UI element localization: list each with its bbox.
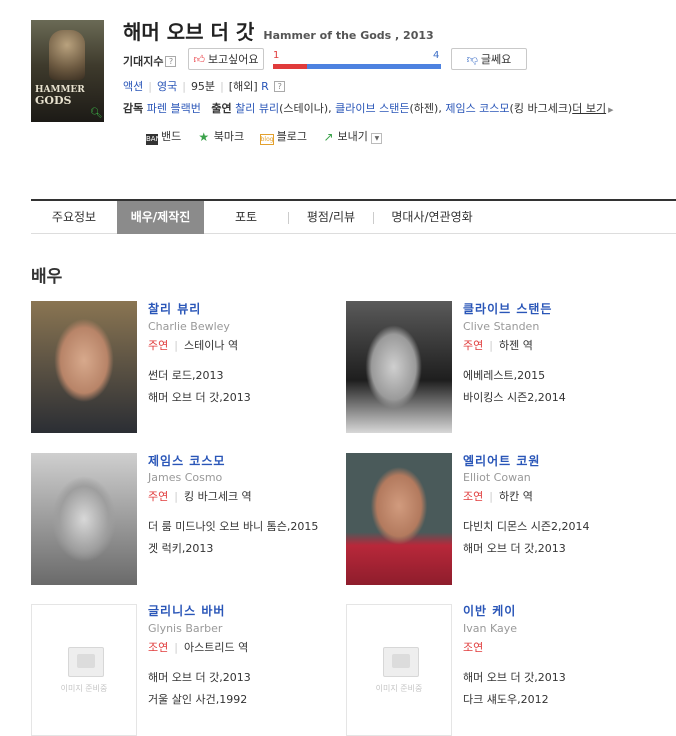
actor-name[interactable]: 글리니스 바버 bbox=[148, 602, 225, 619]
actor-name[interactable]: 제임스 코스모 bbox=[148, 452, 225, 469]
poster-title-line2: GODS bbox=[35, 94, 72, 107]
magnify-icon[interactable]: 🔍︎ bbox=[90, 108, 103, 119]
thumbs-up-icon: 👍︎ bbox=[193, 53, 205, 66]
blog-icon: blog bbox=[259, 134, 274, 145]
cast-label: 출연 bbox=[211, 102, 232, 115]
tab-ratings-reviews[interactable]: 평점/리뷰 bbox=[289, 201, 373, 234]
runtime: 95분 bbox=[190, 80, 216, 93]
tab-bar: 주요정보 배우/제작진 포토 평점/리뷰 명대사/연관영화 bbox=[31, 199, 676, 234]
share-send[interactable]: ↗︎ 보내기 ▼ bbox=[323, 128, 383, 144]
band-icon: BAND bbox=[146, 134, 167, 145]
share-bookmark[interactable]: ★ 북마크 bbox=[197, 128, 244, 144]
actor-photo[interactable] bbox=[346, 453, 452, 585]
title-english: Hammer of the Gods , 2013 bbox=[263, 29, 434, 42]
actor-name[interactable]: 엘리어트 코원 bbox=[463, 452, 540, 469]
actor-work[interactable]: 다크 섀도우,2012 bbox=[463, 691, 549, 707]
want-to-see-button[interactable]: 👍︎ 보고싶어요 bbox=[188, 48, 264, 70]
movie-meta: 액션 | 영국 | 95분 | [해외] R ? bbox=[123, 78, 286, 94]
genre-link[interactable]: 액션 bbox=[123, 80, 143, 93]
help-icon[interactable]: ? bbox=[165, 56, 177, 67]
tab-cast-crew[interactable]: 배우/제작진 bbox=[117, 201, 204, 234]
grade-help-icon[interactable]: ? bbox=[274, 81, 286, 92]
actor-name-en: Ivan Kaye bbox=[463, 622, 518, 635]
actor-photo[interactable] bbox=[31, 453, 137, 585]
actor-work[interactable]: 해머 오브 더 갓,2013 bbox=[148, 669, 251, 685]
actor-name-en: James Cosmo bbox=[148, 471, 223, 484]
gauge-want-fill bbox=[273, 64, 307, 69]
cast-link-3[interactable]: 제임스 코스모 bbox=[445, 102, 509, 115]
actor-photo[interactable] bbox=[31, 301, 137, 433]
share-blog[interactable]: blog 블로그 bbox=[259, 128, 307, 145]
not-sure-button[interactable]: 👎︎ 글쎄요 bbox=[451, 48, 527, 70]
tab-quotes-related[interactable]: 명대사/연관영화 bbox=[374, 201, 490, 234]
share-band[interactable]: BAND밴드 bbox=[146, 128, 181, 145]
movie-poster[interactable]: HAMMER GODS 🔍︎ bbox=[31, 20, 104, 122]
actor-name[interactable]: 찰리 뷰리 bbox=[148, 300, 201, 317]
actor-role: 주연 | 하젠 역 bbox=[463, 339, 533, 352]
thumbs-down-icon: 👎︎ bbox=[466, 53, 478, 66]
triangle-right-icon: ▶ bbox=[608, 106, 614, 114]
crew-line: 감독 파렌 블랙번 출연 찰리 뷰리(스테이나), 클라이브 스탠든(하젠), … bbox=[123, 102, 614, 115]
expectation-gauge bbox=[273, 64, 441, 69]
poster-figure bbox=[49, 30, 85, 80]
director-label: 감독 bbox=[123, 102, 144, 115]
tab-main-info[interactable]: 주요정보 bbox=[31, 201, 117, 234]
tab-photo[interactable]: 포토 bbox=[204, 201, 288, 234]
actor-role: 조연 bbox=[463, 641, 484, 654]
cast-link-2[interactable]: 클라이브 스탠든 bbox=[335, 102, 409, 115]
cast-link-1[interactable]: 찰리 뷰리 bbox=[235, 102, 279, 115]
actor-work[interactable]: 해머 오브 더 갓,2013 bbox=[463, 540, 566, 556]
send-icon: ↗︎ bbox=[323, 130, 334, 144]
actor-work[interactable]: 에베레스트,2015 bbox=[463, 367, 545, 383]
image-placeholder-icon bbox=[383, 647, 419, 677]
image-placeholder-icon bbox=[68, 647, 104, 677]
actor-name-en: Glynis Barber bbox=[148, 622, 223, 635]
actor-work[interactable]: 해머 오브 더 갓,2013 bbox=[148, 389, 251, 405]
actor-work[interactable]: 겟 럭키,2013 bbox=[148, 540, 213, 556]
actor-name[interactable]: 클라이브 스탠든 bbox=[463, 300, 552, 317]
want-count: 1 bbox=[273, 50, 280, 61]
actor-work[interactable]: 해머 오브 더 갓,2013 bbox=[463, 669, 566, 685]
meh-count: 4 bbox=[433, 50, 440, 61]
actor-role: 조연 | 아스트리드 역 bbox=[148, 641, 249, 654]
actor-photo-placeholder[interactable]: 이미지 준비중 bbox=[346, 604, 452, 736]
actor-photo[interactable] bbox=[346, 301, 452, 433]
movie-title: 해머 오브 더 갓 Hammer of the Gods , 2013 bbox=[123, 16, 434, 45]
actor-name-en: Clive Standen bbox=[463, 320, 540, 333]
actor-work[interactable]: 거울 살인 사건,1992 bbox=[148, 691, 247, 707]
expectation-label: 기대지수? bbox=[123, 53, 177, 69]
actor-work[interactable]: 다빈치 디몬스 시즌2,2014 bbox=[463, 518, 589, 534]
actor-photo-placeholder[interactable]: 이미지 준비중 bbox=[31, 604, 137, 736]
more-cast-link[interactable]: 더 보기 bbox=[572, 102, 606, 115]
share-bar: BAND밴드 ★ 북마크 blog 블로그 ↗︎ 보내기 ▼ bbox=[146, 128, 394, 145]
director-link[interactable]: 파렌 블랙번 bbox=[147, 102, 201, 115]
grade-link[interactable]: R bbox=[261, 80, 269, 93]
actor-role: 주연 | 스테이나 역 bbox=[148, 339, 239, 352]
release-info: [해외] bbox=[228, 80, 258, 93]
actor-name-en: Charlie Bewley bbox=[148, 320, 230, 333]
star-icon: ★ bbox=[198, 130, 210, 144]
actor-work[interactable]: 바이킹스 시즌2,2014 bbox=[463, 389, 566, 405]
actor-name-en: Elliot Cowan bbox=[463, 471, 531, 484]
actor-work[interactable]: 더 룸 미드나잇 오브 바니 톰슨,2015 bbox=[148, 518, 318, 534]
section-title-actors: 배우 bbox=[31, 267, 63, 287]
country-link[interactable]: 영국 bbox=[157, 80, 177, 93]
actor-work[interactable]: 썬더 로드,2013 bbox=[148, 367, 223, 383]
actor-role: 조연 | 하칸 역 bbox=[463, 490, 533, 503]
actor-name[interactable]: 이반 케이 bbox=[463, 602, 516, 619]
chevron-down-icon[interactable]: ▼ bbox=[371, 133, 383, 144]
title-korean: 해머 오브 더 갓 bbox=[123, 20, 255, 44]
actor-role: 주연 | 킹 바그세크 역 bbox=[148, 490, 252, 503]
